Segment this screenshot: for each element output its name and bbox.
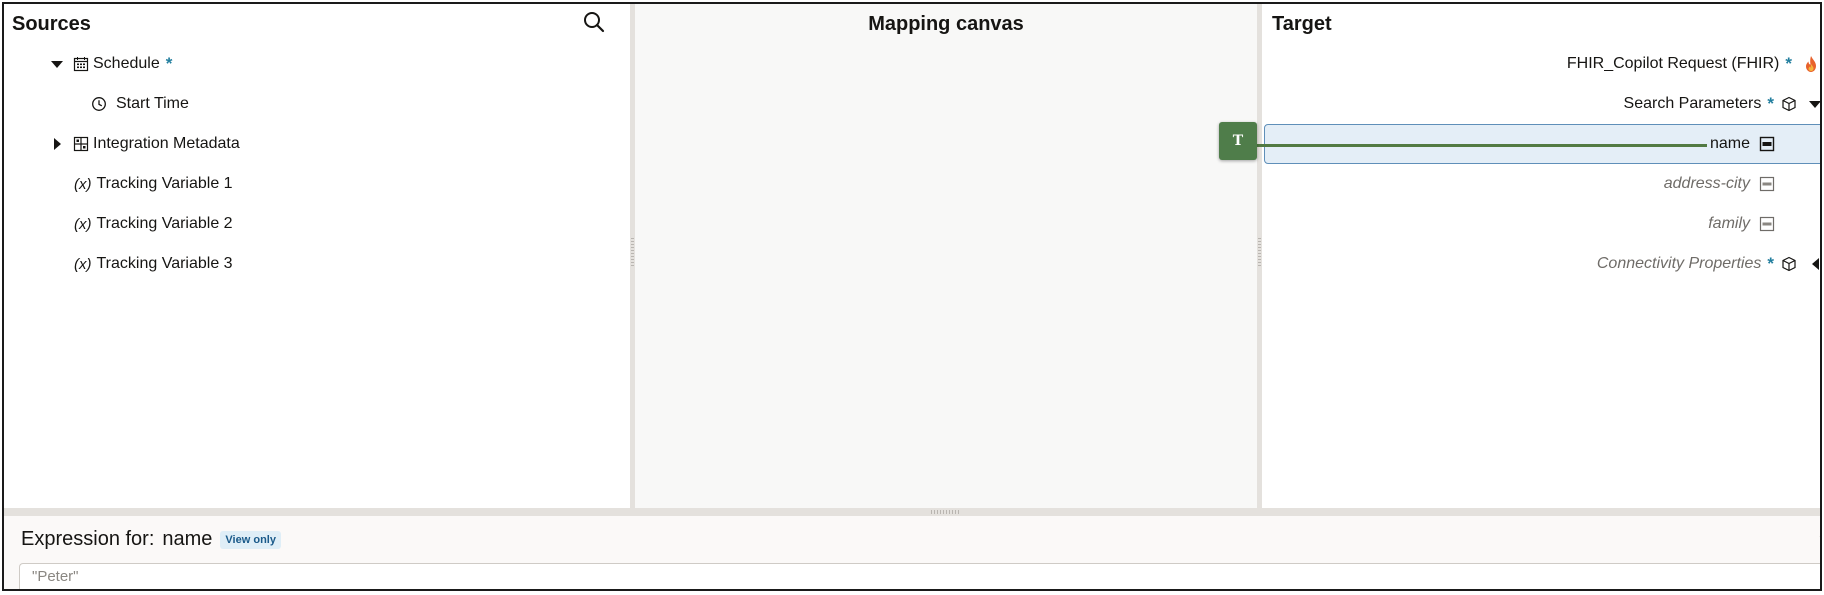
fhir-flame-icon <box>1802 55 1820 73</box>
target-item-label: Connectivity Properties <box>1596 255 1762 272</box>
expand-toggle[interactable] <box>48 54 66 74</box>
source-item-label: Integration Metadata <box>93 135 240 152</box>
target-item-connectivity-properties[interactable]: Connectivity Properties * <box>1596 250 1820 278</box>
target-item-address-city[interactable]: address-city <box>1664 170 1776 198</box>
view-only-badge: View only <box>220 530 281 549</box>
source-item-label: Tracking Variable 3 <box>96 255 233 272</box>
source-item-integration-metadata[interactable]: Integration Metadata <box>48 130 240 158</box>
grid-icon <box>72 135 90 153</box>
source-item-schedule[interactable]: Schedule * <box>48 50 172 78</box>
variable-icon: (x) <box>74 175 92 193</box>
string-field-icon <box>1758 175 1776 193</box>
target-item-label: name <box>1709 135 1750 152</box>
search-icon[interactable] <box>580 9 608 37</box>
target-title: Target <box>1272 13 1332 35</box>
target-item-label: family <box>1708 215 1750 232</box>
canvas-title: Mapping canvas <box>868 13 1024 35</box>
expression-splitter[interactable] <box>4 508 1820 516</box>
source-item-label: Tracking Variable 2 <box>96 215 233 232</box>
expression-panel: Expression for: name View only * "Peter" <box>4 516 1821 589</box>
target-item-label: FHIR_Copilot Request (FHIR) <box>1566 55 1780 72</box>
collapse-icon[interactable]: * <box>1820 532 1821 550</box>
mapper-window: Sources Schedule * Start Time Integratio… <box>2 2 1822 591</box>
expression-header: Expression for: name View only <box>21 528 281 551</box>
sources-panel: Sources Schedule * Start Time Integratio… <box>4 4 630 508</box>
expand-toggle[interactable] <box>1806 94 1820 114</box>
expression-editor[interactable]: "Peter" <box>19 563 1820 589</box>
calendar-icon <box>72 55 90 73</box>
expression-field-name: name <box>162 528 213 550</box>
source-item-label: Tracking Variable 1 <box>96 175 233 192</box>
source-item-tracking-variable-3[interactable]: (x) Tracking Variable 3 <box>74 250 233 278</box>
source-item-tracking-variable-2[interactable]: (x) Tracking Variable 2 <box>74 210 233 238</box>
string-field-icon <box>1758 135 1776 153</box>
target-item-label: Search Parameters <box>1623 95 1762 112</box>
cube-icon <box>1780 255 1798 273</box>
target-panel: Target FHIR_Copilot Request (FHIR) * Sea… <box>1262 4 1820 508</box>
variable-icon: (x) <box>74 255 92 273</box>
variable-icon: (x) <box>74 215 92 233</box>
sources-title: Sources <box>12 13 91 35</box>
target-item-fhir-request[interactable]: FHIR_Copilot Request (FHIR) * <box>1567 50 1820 78</box>
expand-toggle[interactable] <box>48 134 66 154</box>
source-item-label: Schedule <box>93 55 160 72</box>
target-item-family[interactable]: family <box>1708 210 1776 238</box>
expression-label: Expression for: <box>21 528 155 550</box>
source-item-label: Start Time <box>116 95 189 112</box>
required-marker: * <box>1767 94 1774 113</box>
target-item-search-parameters[interactable]: Search Parameters * <box>1623 90 1820 118</box>
required-marker: * <box>165 54 173 73</box>
required-marker: * <box>1767 254 1774 273</box>
target-item-name[interactable]: name <box>1710 130 1776 158</box>
mapping-canvas-panel: Mapping canvas <box>635 4 1257 508</box>
target-item-label: address-city <box>1663 175 1750 192</box>
clock-icon <box>90 95 108 113</box>
string-field-icon <box>1758 215 1776 233</box>
mapping-line <box>1254 144 1707 147</box>
cube-icon <box>1780 95 1798 113</box>
source-item-tracking-variable-1[interactable]: (x) Tracking Variable 1 <box>74 170 233 198</box>
collapse-toggle[interactable] <box>1806 254 1820 274</box>
required-marker: * <box>1785 54 1792 73</box>
source-item-start-time[interactable]: Start Time <box>90 90 189 118</box>
mapping-function-node[interactable]: T <box>1219 122 1257 160</box>
